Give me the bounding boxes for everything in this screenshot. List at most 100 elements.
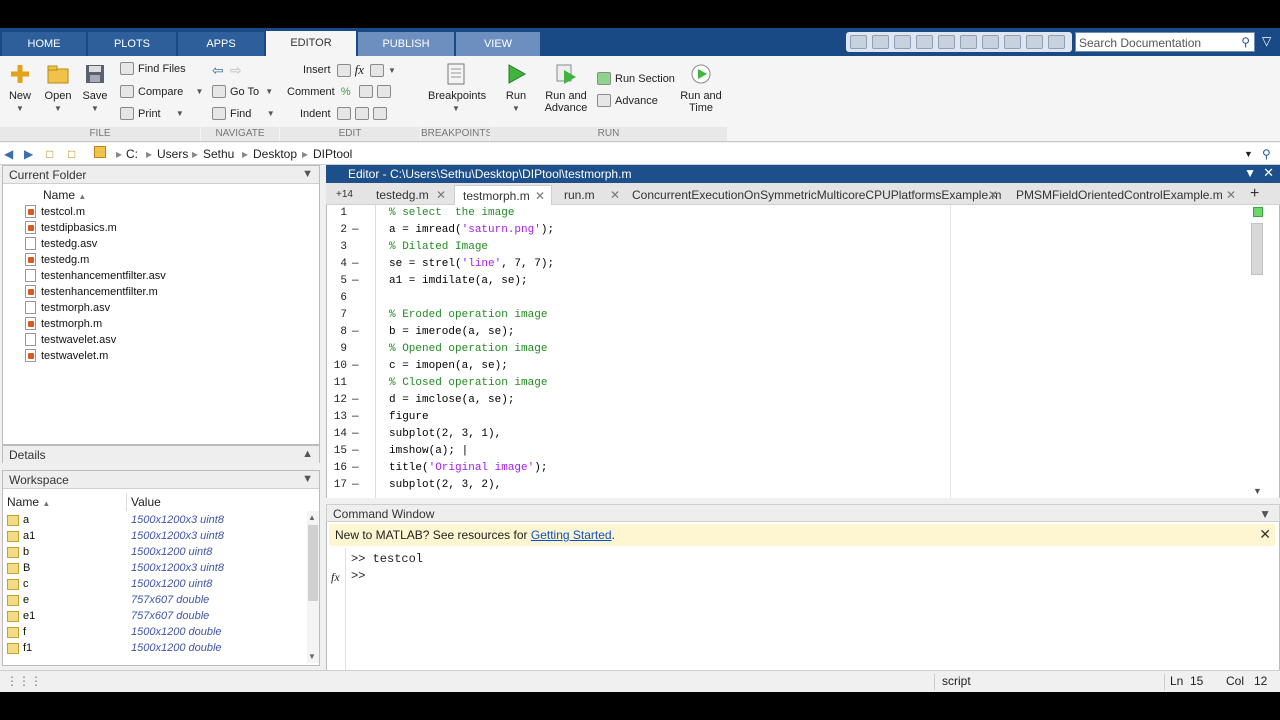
copy-icon[interactable] xyxy=(938,35,955,49)
close-icon[interactable]: ✕ xyxy=(610,185,620,205)
find-button[interactable]: Find ▼ xyxy=(212,107,275,120)
file-item[interactable]: testenhancementfilter.asv xyxy=(25,268,166,283)
workspace-scrollbar[interactable]: ▲ ▼ xyxy=(307,511,319,663)
decrease-indent-icon[interactable] xyxy=(372,107,387,120)
code-line[interactable]: 14 — subplot(2, 3, 1), xyxy=(327,426,947,443)
workspace-variable-row[interactable]: B 1500x1200x3 uint8 xyxy=(3,561,309,577)
path-segment-desktop[interactable]: Desktop xyxy=(253,147,297,161)
breakpoint-marker[interactable]: — xyxy=(352,462,359,474)
close-icon[interactable]: ✕ xyxy=(988,185,998,205)
comment-percent-icon[interactable]: % xyxy=(341,86,351,98)
tab-home[interactable]: HOME xyxy=(2,32,86,56)
workspace-variable-row[interactable]: e 757x607 double xyxy=(3,593,309,609)
save-icon[interactable] xyxy=(894,35,911,49)
close-icon[interactable]: ✕ xyxy=(1226,185,1236,205)
line-number[interactable]: 2 xyxy=(327,224,347,236)
editor-scrollbar[interactable]: ▼ xyxy=(1249,205,1265,498)
workspace-variable-row[interactable]: f 1500x1200 double xyxy=(3,625,309,641)
run-and-advance-button[interactable]: Run and Advance xyxy=(542,62,590,114)
file-item[interactable]: testedg.m xyxy=(25,252,89,267)
code-line[interactable]: 8 — b = imerode(a, se); xyxy=(327,324,947,341)
go-to-dropdown-icon[interactable]: ▼ xyxy=(265,87,273,96)
code-line[interactable]: 5 — a1 = imdilate(a, se); xyxy=(327,273,947,290)
scroll-down-icon[interactable]: ▼ xyxy=(1253,486,1262,496)
code-line[interactable]: 16 — title('Original image'); xyxy=(327,460,947,477)
line-number[interactable]: 6 xyxy=(327,292,347,304)
switch-windows-icon[interactable] xyxy=(1026,35,1043,49)
breakpoint-marker[interactable]: — xyxy=(352,394,359,406)
smart-indent-icon[interactable] xyxy=(336,107,351,120)
find-dropdown-icon[interactable]: ▼ xyxy=(267,109,275,118)
insert-misc-icon[interactable] xyxy=(370,63,385,77)
code-line[interactable]: 10 — c = imopen(a, se); xyxy=(327,358,947,375)
tab-editor[interactable]: EDITOR xyxy=(266,31,356,56)
print-dropdown-icon[interactable]: ▼ xyxy=(176,109,184,118)
code-line[interactable]: 13 — figure xyxy=(327,409,947,426)
line-number[interactable]: 3 xyxy=(327,241,347,253)
command-window[interactable]: New to MATLAB? See resources for Getting… xyxy=(326,522,1280,670)
uncomment-icon[interactable] xyxy=(358,85,373,98)
name-column-header[interactable]: Name ▲ xyxy=(43,186,86,204)
line-number[interactable]: 10 xyxy=(327,360,347,372)
path-segment-users[interactable]: Users xyxy=(157,147,188,161)
insert-dropdown-icon[interactable]: ▼ xyxy=(388,66,396,75)
line-number[interactable]: 14 xyxy=(327,428,347,440)
line-number[interactable]: 11 xyxy=(327,377,347,389)
code-editor[interactable]: 1 % select the image 2 — a = imread('saturn.… xyxy=(326,205,1280,498)
new-tab-button[interactable]: + xyxy=(1246,185,1272,205)
workspace-variable-row[interactable]: a 1500x1200x3 uint8 xyxy=(3,513,309,529)
back-arrow-icon[interactable]: ⇦ xyxy=(212,62,224,79)
back-icon[interactable]: ◀ xyxy=(4,147,13,161)
panel-actions-icon[interactable]: ▼ xyxy=(302,168,313,180)
collapse-icon[interactable]: ▲ xyxy=(302,448,313,460)
breakpoint-marker[interactable]: — xyxy=(352,326,359,338)
go-to-button[interactable]: Go To ▼ xyxy=(212,85,273,98)
code-line[interactable]: 7 % Eroded operation image xyxy=(327,307,947,324)
open-dropdown-icon[interactable]: ▼ xyxy=(54,104,62,113)
file-item[interactable]: testwavelet.m xyxy=(25,348,108,363)
line-number[interactable]: 12 xyxy=(327,394,347,406)
tab-view[interactable]: VIEW xyxy=(456,32,540,56)
code-line[interactable]: 9 % Opened operation image xyxy=(327,341,947,358)
filter-icon[interactable]: ▽ xyxy=(1262,34,1274,48)
function-browser-icon[interactable]: fx xyxy=(331,570,340,585)
path-segment-drive[interactable]: C: xyxy=(126,147,138,161)
insert-function-icon[interactable]: fx xyxy=(355,62,364,78)
details-panel[interactable]: Details ▲ xyxy=(2,445,320,464)
workspace-variable-row[interactable]: b 1500x1200 uint8 xyxy=(3,545,309,561)
breakpoint-marker[interactable]: — xyxy=(352,360,359,372)
editor-close-icon[interactable]: ✕ xyxy=(1263,165,1274,181)
tab-overflow[interactable]: +14 xyxy=(330,185,368,205)
new-dropdown-icon[interactable]: ▼ xyxy=(16,104,24,113)
code-line[interactable]: 11 % Closed operation image xyxy=(327,375,947,392)
line-number[interactable]: 1 xyxy=(327,207,347,219)
run-section-button[interactable]: Run Section xyxy=(597,72,675,85)
file-item[interactable]: testdipbasics.m xyxy=(25,220,117,235)
advance-button[interactable]: Advance xyxy=(597,94,658,107)
wrap-comments-icon[interactable] xyxy=(376,85,391,98)
breakpoint-marker[interactable]: — xyxy=(352,258,359,270)
path-segment-sethu[interactable]: Sethu xyxy=(203,147,234,161)
breakpoints-dropdown-icon[interactable]: ▼ xyxy=(452,104,460,113)
file-item[interactable]: testmorph.asv xyxy=(25,300,110,315)
save-dropdown-icon[interactable]: ▼ xyxy=(91,104,99,113)
line-number[interactable]: 15 xyxy=(327,445,347,457)
tab-testedg[interactable]: testedg.m ✕ xyxy=(368,185,452,205)
breakpoint-marker[interactable]: — xyxy=(352,224,359,236)
code-line[interactable]: 4 — se = strel('line', 7, 7); xyxy=(327,256,947,273)
getting-started-link[interactable]: Getting Started xyxy=(531,528,612,542)
workspace-variable-row[interactable]: e1 757x607 double xyxy=(3,609,309,625)
editor-scroll-thumb[interactable] xyxy=(1251,223,1263,275)
browse-folder-icon[interactable]: □ xyxy=(68,147,75,161)
close-icon[interactable]: ✕ xyxy=(535,186,545,206)
tab-apps[interactable]: APPS xyxy=(178,32,264,56)
find-files-button[interactable]: Find Files xyxy=(120,62,186,75)
compare-dropdown-icon[interactable]: ▼ xyxy=(195,87,203,96)
path-segment-diptool[interactable]: DIPtool xyxy=(313,147,352,161)
tab-testmorph[interactable]: testmorph.m ✕ xyxy=(454,185,552,205)
close-icon[interactable]: ✕ xyxy=(436,185,446,205)
line-number[interactable]: 13 xyxy=(327,411,347,423)
file-item[interactable]: testenhancementfilter.m xyxy=(25,284,158,299)
insert-section-icon[interactable] xyxy=(336,63,351,77)
breakpoint-marker[interactable]: — xyxy=(352,479,359,491)
